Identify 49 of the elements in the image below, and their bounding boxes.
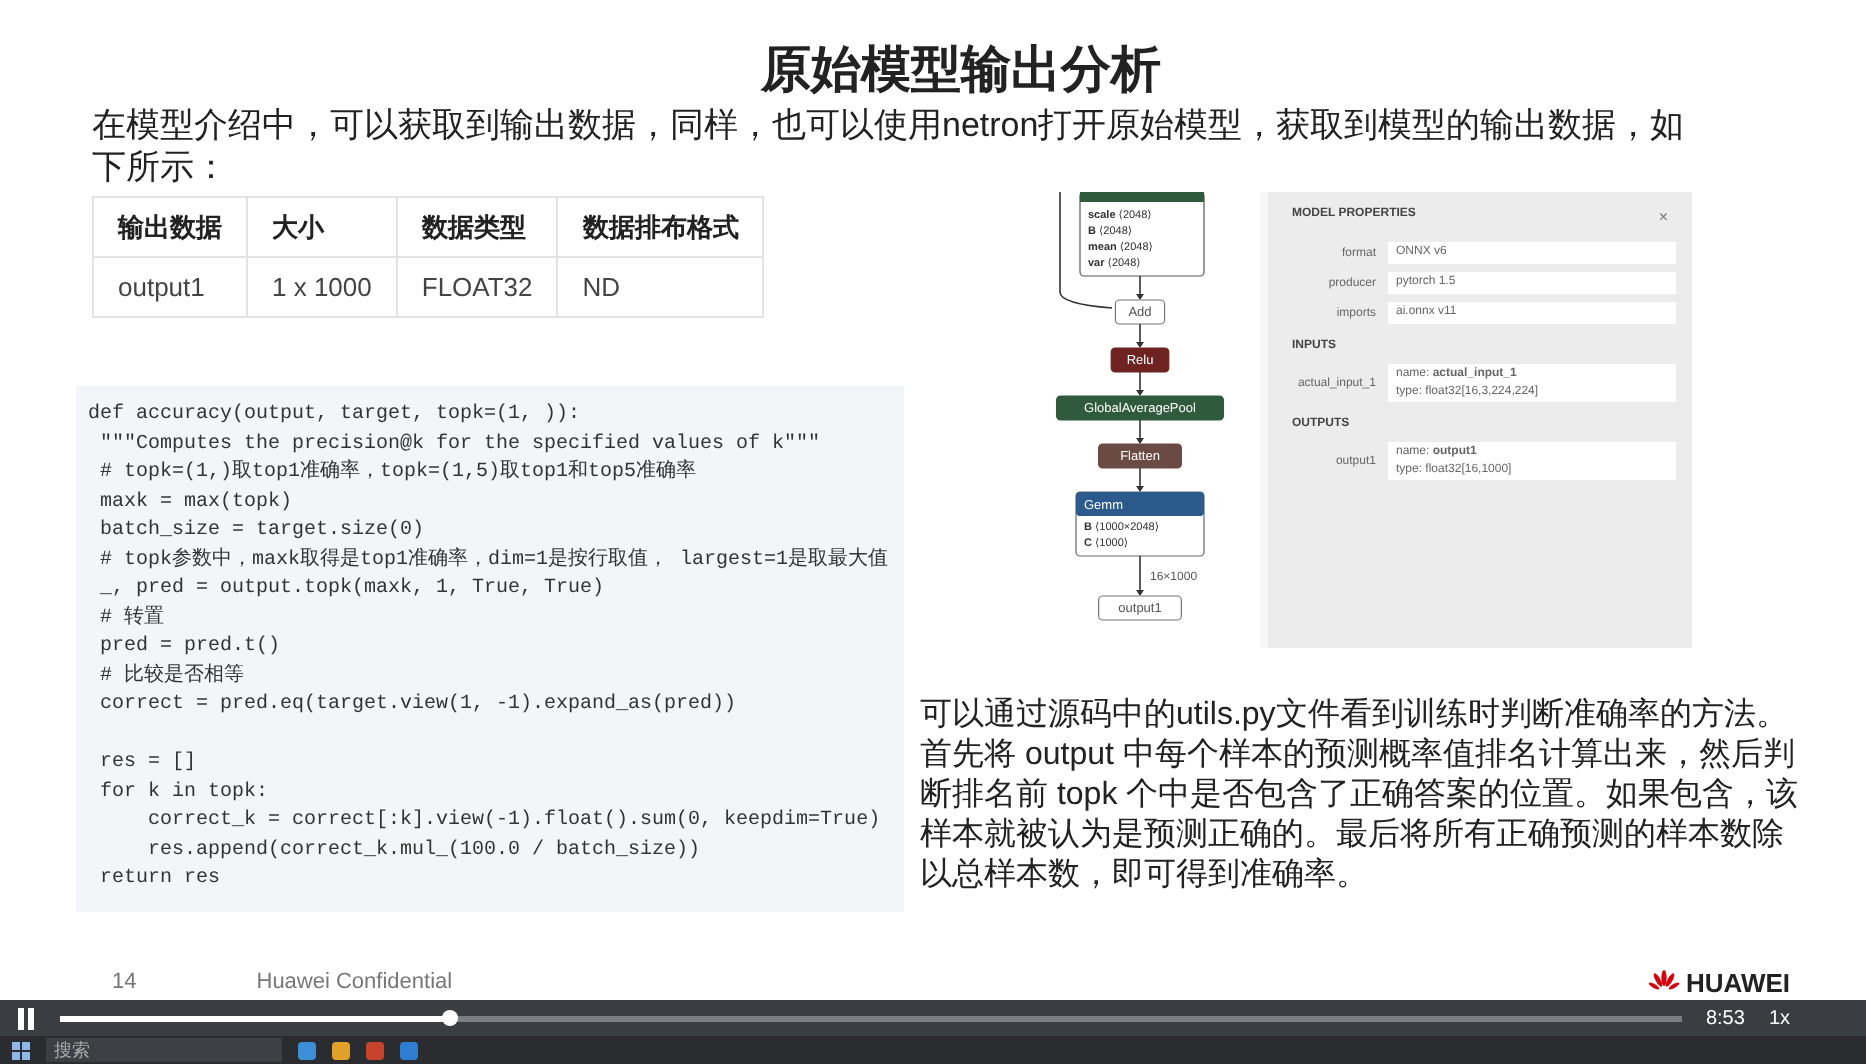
- code-line: for k in topk:: [98, 779, 269, 807]
- graph-node: [1098, 595, 1182, 621]
- table-cell: output1: [93, 257, 247, 317]
- code-line: correct_k = correct[:k].view(-1).float().sum(0, keepdim=True): [146, 808, 881, 836]
- edge-arrow: [1136, 371, 1144, 396]
- edge-arrow: [1136, 555, 1144, 596]
- graph-node: [1114, 299, 1166, 325]
- column-header: 数据类型: [396, 197, 558, 257]
- table-cell: ND: [557, 257, 764, 317]
- column-header: 数据排布格式: [557, 197, 764, 257]
- code-line: # 转置: [98, 605, 165, 633]
- code-line: pred = pred.t(): [98, 634, 281, 662]
- column-header: 大小: [247, 197, 397, 257]
- code-line: correct = pred.eq(target.view(1, -1).expand_as(pred)): [98, 692, 737, 720]
- time-label: 8:53: [1705, 1007, 1745, 1029]
- code-line: """Computes the precision@k for the specified values of k""": [98, 431, 821, 459]
- progress-thumb[interactable]: [441, 1010, 458, 1026]
- code-line: # topk=(1,)取top1准确率，topk=(1,5)取top1和top5准确率: [98, 460, 697, 488]
- close-button[interactable]: ×: [1658, 208, 1668, 226]
- speed-button[interactable]: 1x: [1768, 1007, 1790, 1029]
- page-number: 14: [112, 970, 137, 994]
- edge-arrow: [1136, 419, 1144, 444]
- table-cell: FLOAT32: [396, 257, 558, 317]
- code-line: # topk参数中，maxk取得是top1准确率，dim=1是按行取值， largest=1是取最大值: [98, 547, 889, 575]
- code-line: return res: [98, 866, 221, 894]
- edge-arrow: [1136, 467, 1144, 492]
- explanation-text: 可以通过源码中的utils.py文件看到训练时判断准确率的方法。: [920, 696, 1790, 736]
- intro-text: 在模型介绍中，可以获取到输出数据，同样，也可以使用netron打开原始模型，获取到模型的输出数据，如下所示：: [92, 104, 1687, 188]
- code-line: # 比较是否相等: [98, 663, 245, 691]
- code-line: res = []: [98, 750, 197, 778]
- table-cell: 1 x 1000: [247, 257, 397, 317]
- edge-arrow: [1136, 323, 1144, 348]
- edge-arrow: [1136, 275, 1144, 300]
- code-line: res.append(correct_k.mul_(100.0 / batch_size)): [146, 837, 701, 865]
- confidential-label: Huawei Confidential: [256, 970, 453, 994]
- progress-track[interactable]: [60, 1015, 1682, 1021]
- app-icon[interactable]: [298, 1041, 316, 1059]
- explanation-text: 首先将 output 中每个样本的预测概率值排名计算出来，然后判断排名前 topk 个中是否包含了正确答案的位置。如果包含，该样本就被认为是预测正确的。最后将所有正确预测的样本数除以总样本数，即可得到准确率。: [920, 736, 1800, 896]
- column-header: 输出数据: [93, 197, 247, 257]
- logo-text: HUAWEI: [1686, 967, 1790, 997]
- code-line: maxk = max(topk): [98, 489, 293, 517]
- code-line: batch_size = target.size(0): [98, 518, 425, 546]
- petal-logo-icon: [1648, 970, 1680, 994]
- slide-title: 原始模型输出分析: [758, 40, 1163, 102]
- search-field[interactable]: 搜索: [46, 1038, 282, 1062]
- start-icon[interactable]: [12, 1041, 30, 1059]
- pause-button[interactable]: [16, 1007, 36, 1029]
- code-line: _, pred = output.topk(maxk, 1, True, True): [98, 576, 605, 604]
- code-line: def accuracy(output, target, topk=(1, )):: [88, 402, 581, 430]
